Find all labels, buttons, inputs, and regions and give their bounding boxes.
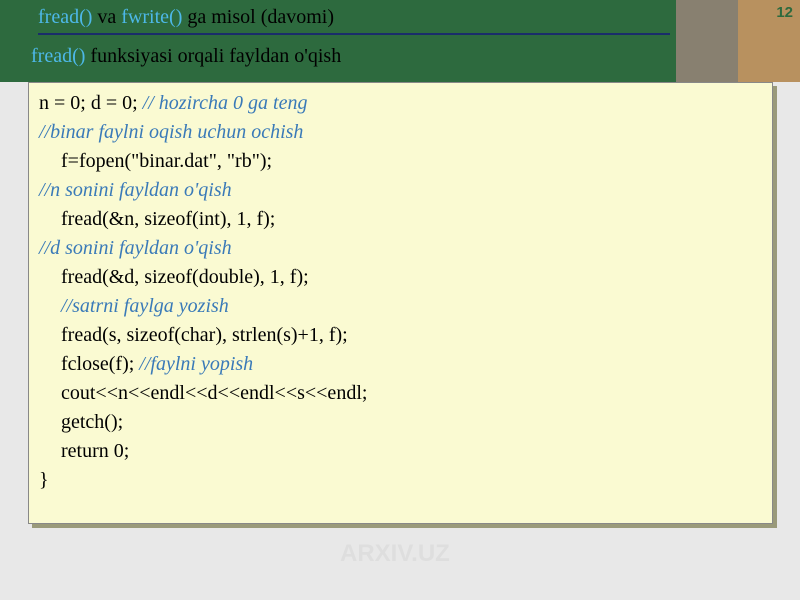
- header-text-area: fread() va fwrite() ga misol (davomi) fr…: [0, 0, 676, 82]
- code-line: fread(&d, sizeof(double), 1, f);: [39, 263, 762, 292]
- code-text: fread(s, sizeof(char), strlen(s)+1, f);: [39, 321, 348, 350]
- code-block: n = 0; d = 0; // hozircha 0 ga teng //bi…: [28, 82, 773, 524]
- code-line: getch();: [39, 408, 762, 437]
- code-line: //d sonini fayldan o'qish: [39, 234, 762, 263]
- code-text: return 0;: [39, 437, 129, 466]
- code-comment: //satrni faylga yozish: [39, 292, 229, 321]
- code-line: }: [39, 466, 762, 495]
- code-text: fread(&n, sizeof(int), 1, f);: [39, 205, 275, 234]
- slide-subtitle: fread() funksiyasi orqali fayldan o'qish: [31, 45, 676, 68]
- header-tabs: 12: [676, 0, 800, 82]
- code-line: //satrni faylga yozish: [39, 292, 762, 321]
- code-text: fclose(f); //faylni yopish: [39, 350, 253, 379]
- code-text: fclose(f);: [61, 353, 139, 375]
- title-function-1: fread(): [38, 6, 92, 28]
- code-text: cout<<n<<endl<<d<<endl<<s<<endl;: [39, 379, 367, 408]
- code-text: fread(&d, sizeof(double), 1, f);: [39, 263, 309, 292]
- code-text: }: [39, 469, 49, 491]
- code-comment: // hozircha 0 ga teng: [143, 92, 308, 114]
- title-function-2: fwrite(): [121, 6, 182, 28]
- code-comment: //faylni yopish: [139, 353, 253, 375]
- code-comment: //binar faylni oqish uchun ochish: [39, 121, 303, 143]
- code-text: n = 0; d = 0;: [39, 92, 143, 114]
- code-comment: //n sonini fayldan o'qish: [39, 179, 232, 201]
- page-number: 12: [776, 4, 793, 21]
- watermark: ARXIV.UZ: [340, 540, 450, 568]
- title-text-mid: va: [92, 6, 121, 28]
- code-line: fclose(f); //faylni yopish: [39, 350, 762, 379]
- tab-decoration-gray: [676, 0, 738, 82]
- code-text: f=fopen("binar.dat", "rb");: [39, 147, 272, 176]
- subtitle-text-rest: funksiyasi orqali fayldan o'qish: [85, 45, 341, 67]
- slide-title: fread() va fwrite() ga misol (davomi): [38, 6, 670, 35]
- code-line: //n sonini fayldan o'qish: [39, 176, 762, 205]
- code-text: getch();: [39, 408, 123, 437]
- code-line: n = 0; d = 0; // hozircha 0 ga teng: [39, 89, 762, 118]
- code-line: return 0;: [39, 437, 762, 466]
- tab-decoration-brown: 12: [738, 0, 800, 82]
- subtitle-function: fread(): [31, 45, 85, 67]
- code-line: fread(&n, sizeof(int), 1, f);: [39, 205, 762, 234]
- slide-header: fread() va fwrite() ga misol (davomi) fr…: [0, 0, 800, 82]
- title-text-rest: ga misol (davomi): [182, 6, 334, 28]
- code-line: f=fopen("binar.dat", "rb");: [39, 147, 762, 176]
- code-line: cout<<n<<endl<<d<<endl<<s<<endl;: [39, 379, 762, 408]
- code-line: //binar faylni oqish uchun ochish: [39, 118, 762, 147]
- code-line: fread(s, sizeof(char), strlen(s)+1, f);: [39, 321, 762, 350]
- code-comment: //d sonini fayldan o'qish: [39, 237, 232, 259]
